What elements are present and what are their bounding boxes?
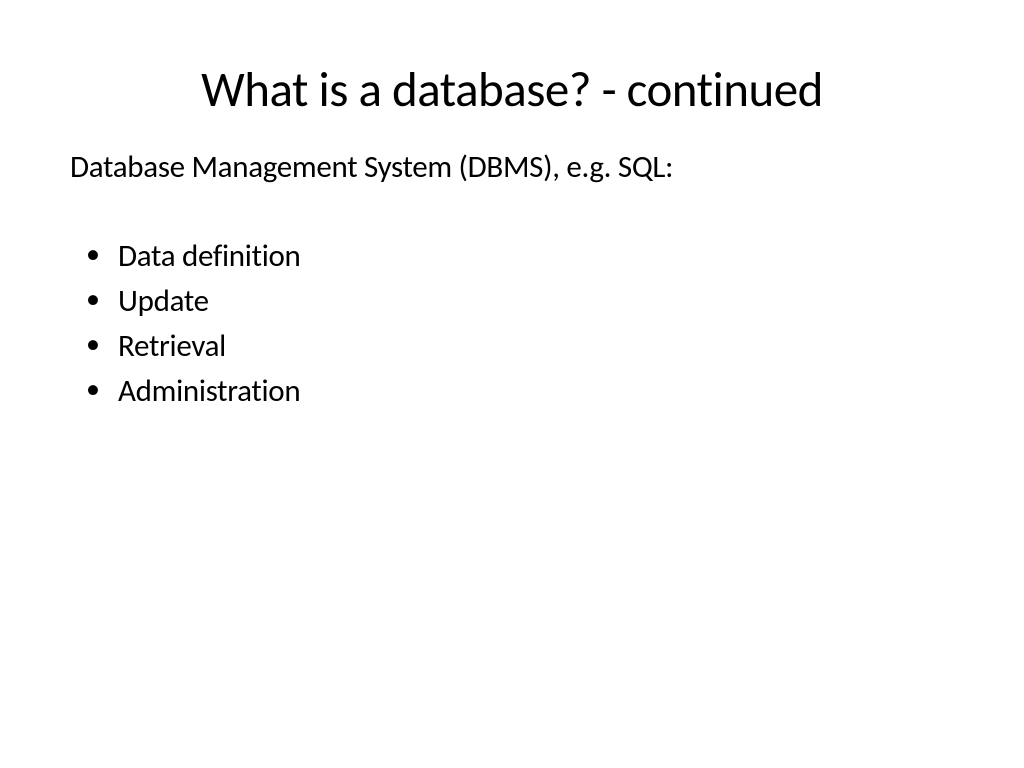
list-item: Administration (80, 369, 954, 414)
slide-subtitle: Database Management System (DBMS), e.g. … (70, 148, 954, 186)
slide-title: What is a database? - continued (70, 60, 954, 120)
bullet-list: Data definition Update Retrieval Adminis… (70, 234, 954, 414)
list-item: Data definition (80, 234, 954, 279)
slide-container: What is a database? - continued Database… (0, 0, 1024, 768)
list-item: Update (80, 279, 954, 324)
list-item: Retrieval (80, 324, 954, 369)
